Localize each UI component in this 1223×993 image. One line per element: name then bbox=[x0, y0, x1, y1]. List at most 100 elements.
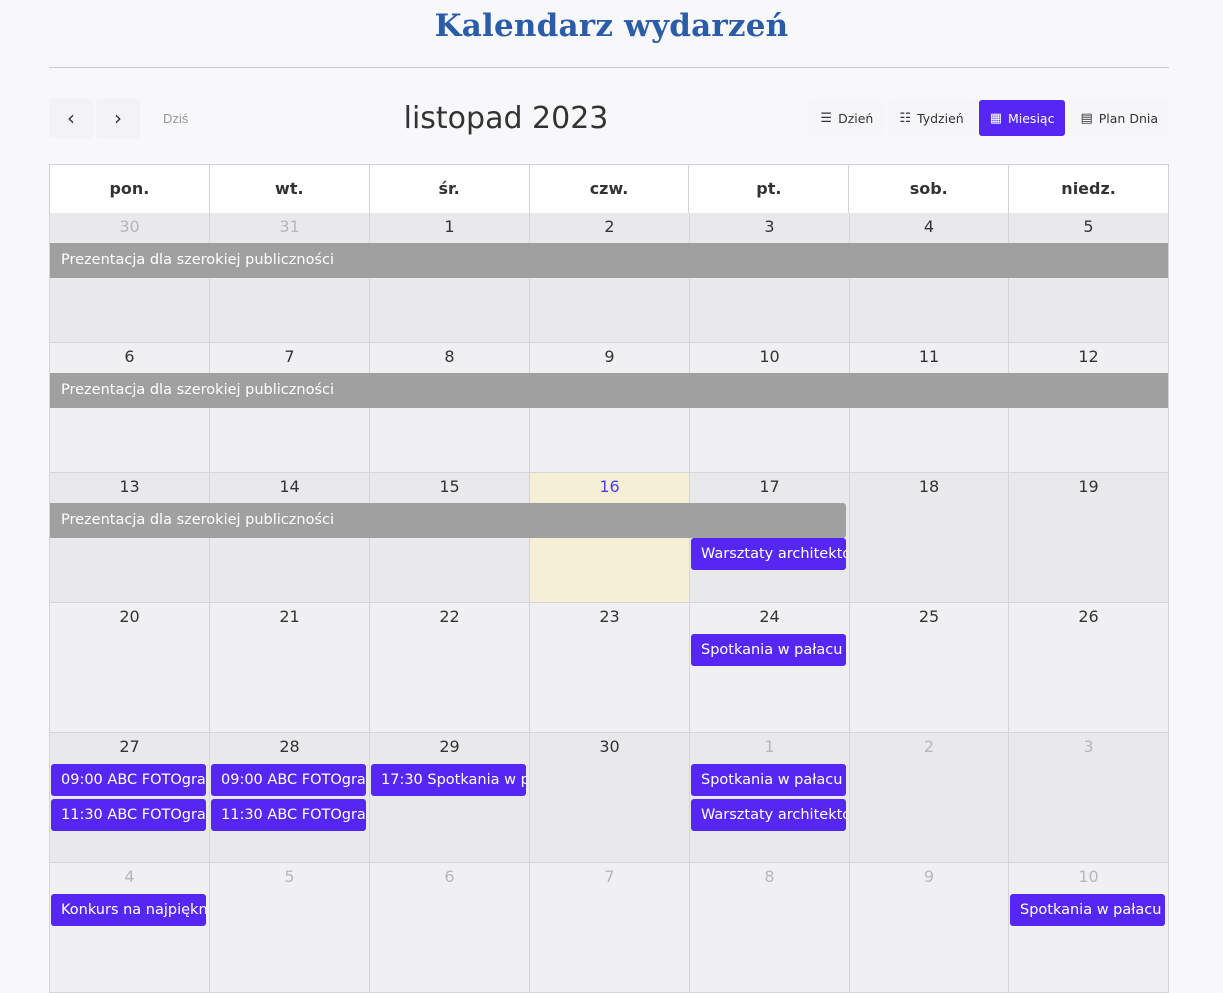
day-cell[interactable]: 14 bbox=[209, 473, 369, 603]
day-number[interactable]: 17 bbox=[690, 477, 849, 496]
day-cell[interactable]: 1 bbox=[689, 733, 849, 863]
day-number[interactable]: 4 bbox=[850, 217, 1008, 236]
day-number[interactable]: 30 bbox=[50, 217, 209, 236]
day-cell[interactable]: 10 bbox=[1008, 863, 1169, 993]
day-cell[interactable]: 4 bbox=[49, 863, 209, 993]
day-cell[interactable]: 23 bbox=[529, 603, 689, 733]
day-number[interactable]: 8 bbox=[690, 867, 849, 886]
day-cell[interactable]: 13 bbox=[49, 473, 209, 603]
day-cell[interactable]: 25 bbox=[849, 603, 1008, 733]
day-cell[interactable]: 31 bbox=[209, 213, 369, 343]
day-cell[interactable]: 5 bbox=[209, 863, 369, 993]
day-number[interactable]: 7 bbox=[210, 347, 369, 366]
day-number[interactable]: 28 bbox=[210, 737, 369, 756]
day-number[interactable]: 23 bbox=[530, 607, 689, 626]
day-cell[interactable]: 8 bbox=[369, 343, 529, 473]
day-cell[interactable]: 9 bbox=[529, 343, 689, 473]
day-number[interactable]: 31 bbox=[210, 217, 369, 236]
day-cell[interactable]: 19 bbox=[1008, 473, 1169, 603]
next-month-button[interactable]: › bbox=[96, 98, 140, 138]
day-number[interactable]: 2 bbox=[850, 737, 1008, 756]
view-week-button[interactable]: ☷ Tydzień bbox=[888, 100, 975, 136]
day-number[interactable]: 9 bbox=[530, 347, 689, 366]
multi-day-event[interactable]: Prezentacja dla szerokiej publiczności bbox=[50, 503, 846, 538]
day-number[interactable]: 7 bbox=[530, 867, 689, 886]
calendar-event[interactable]: 09:00 ABC FOTOgrafii bbox=[51, 764, 206, 796]
day-number[interactable]: 11 bbox=[850, 347, 1008, 366]
day-cell[interactable]: 28 bbox=[209, 733, 369, 863]
day-cell[interactable]: 15 bbox=[369, 473, 529, 603]
calendar-event[interactable]: Spotkania w pałacu bbox=[691, 634, 846, 666]
day-cell[interactable]: 4 bbox=[849, 213, 1008, 343]
day-cell[interactable]: 18 bbox=[849, 473, 1008, 603]
day-number[interactable]: 3 bbox=[690, 217, 849, 236]
day-cell[interactable]: 1 bbox=[369, 213, 529, 343]
day-cell[interactable]: 21 bbox=[209, 603, 369, 733]
day-number[interactable]: 21 bbox=[210, 607, 369, 626]
day-cell[interactable]: 12 bbox=[1008, 343, 1169, 473]
day-cell[interactable]: 30 bbox=[49, 213, 209, 343]
day-number[interactable]: 1 bbox=[690, 737, 849, 756]
day-cell[interactable]: 22 bbox=[369, 603, 529, 733]
calendar-event[interactable]: 11:30 ABC FOTOgrafii bbox=[51, 799, 206, 831]
day-number[interactable]: 1 bbox=[370, 217, 529, 236]
day-number[interactable]: 4 bbox=[50, 867, 209, 886]
calendar-event[interactable]: Spotkania w pałacu bbox=[1010, 894, 1165, 926]
day-number[interactable]: 29 bbox=[370, 737, 529, 756]
calendar-event[interactable]: Konkurs na najpiękniejsze zdjęcie bbox=[51, 894, 206, 926]
day-cell[interactable]: 11 bbox=[849, 343, 1008, 473]
day-number[interactable]: 30 bbox=[530, 737, 689, 756]
day-cell[interactable]: 3 bbox=[689, 213, 849, 343]
day-cell[interactable]: 7 bbox=[529, 863, 689, 993]
prev-month-button[interactable]: ‹ bbox=[49, 98, 93, 138]
day-cell[interactable]: 24 bbox=[689, 603, 849, 733]
calendar-event[interactable]: 11:30 ABC FOTOgrafii bbox=[211, 799, 366, 831]
day-number[interactable]: 20 bbox=[50, 607, 209, 626]
day-cell[interactable]: 5 bbox=[1008, 213, 1169, 343]
day-cell[interactable]: 9 bbox=[849, 863, 1008, 993]
day-number[interactable]: 14 bbox=[210, 477, 369, 496]
day-number[interactable]: 13 bbox=[50, 477, 209, 496]
day-cell[interactable]: 20 bbox=[49, 603, 209, 733]
today-button[interactable]: Dziś bbox=[151, 98, 200, 138]
day-number[interactable]: 12 bbox=[1009, 347, 1168, 366]
calendar-event[interactable]: Warsztaty architektoniczne bbox=[691, 799, 846, 831]
day-number[interactable]: 22 bbox=[370, 607, 529, 626]
day-number[interactable]: 26 bbox=[1009, 607, 1168, 626]
day-cell[interactable]: 6 bbox=[49, 343, 209, 473]
day-number[interactable]: 19 bbox=[1009, 477, 1168, 496]
day-number[interactable]: 27 bbox=[50, 737, 209, 756]
day-cell[interactable]: 29 bbox=[369, 733, 529, 863]
day-number[interactable]: 5 bbox=[210, 867, 369, 886]
calendar-event[interactable]: Spotkania w pałacu bbox=[691, 764, 846, 796]
multi-day-event[interactable]: Prezentacja dla szerokiej publiczności bbox=[50, 243, 1168, 278]
calendar-event[interactable]: 17:30 Spotkania w pałacu bbox=[371, 764, 526, 796]
day-number[interactable]: 24 bbox=[690, 607, 849, 626]
day-number[interactable]: 5 bbox=[1009, 217, 1168, 236]
day-cell[interactable]: 3 bbox=[1008, 733, 1169, 863]
day-cell[interactable]: 2 bbox=[849, 733, 1008, 863]
view-day-button[interactable]: ☰ Dzień bbox=[809, 100, 885, 136]
day-number[interactable]: 18 bbox=[850, 477, 1008, 496]
day-number[interactable]: 2 bbox=[530, 217, 689, 236]
day-cell[interactable]: 30 bbox=[529, 733, 689, 863]
day-cell[interactable]: 8 bbox=[689, 863, 849, 993]
day-number[interactable]: 15 bbox=[370, 477, 529, 496]
day-number[interactable]: 6 bbox=[50, 347, 209, 366]
day-cell[interactable]: 26 bbox=[1008, 603, 1169, 733]
day-cell[interactable]: 27 bbox=[49, 733, 209, 863]
day-number[interactable]: 25 bbox=[850, 607, 1008, 626]
day-cell[interactable]: 10 bbox=[689, 343, 849, 473]
day-number[interactable]: 10 bbox=[690, 347, 849, 366]
view-plan-button[interactable]: ▤ Plan Dnia bbox=[1069, 100, 1169, 136]
day-cell[interactable]: 6 bbox=[369, 863, 529, 993]
day-number[interactable]: 10 bbox=[1009, 867, 1168, 886]
multi-day-event[interactable]: Prezentacja dla szerokiej publiczności bbox=[50, 373, 1168, 408]
day-number[interactable]: 8 bbox=[370, 347, 529, 366]
calendar-event[interactable]: Warsztaty architektoniczne bbox=[691, 538, 846, 570]
day-number[interactable]: 6 bbox=[370, 867, 529, 886]
day-cell[interactable]: 2 bbox=[529, 213, 689, 343]
day-cell[interactable]: 7 bbox=[209, 343, 369, 473]
day-number[interactable]: 16 bbox=[530, 477, 689, 496]
day-number[interactable]: 3 bbox=[1009, 737, 1168, 756]
